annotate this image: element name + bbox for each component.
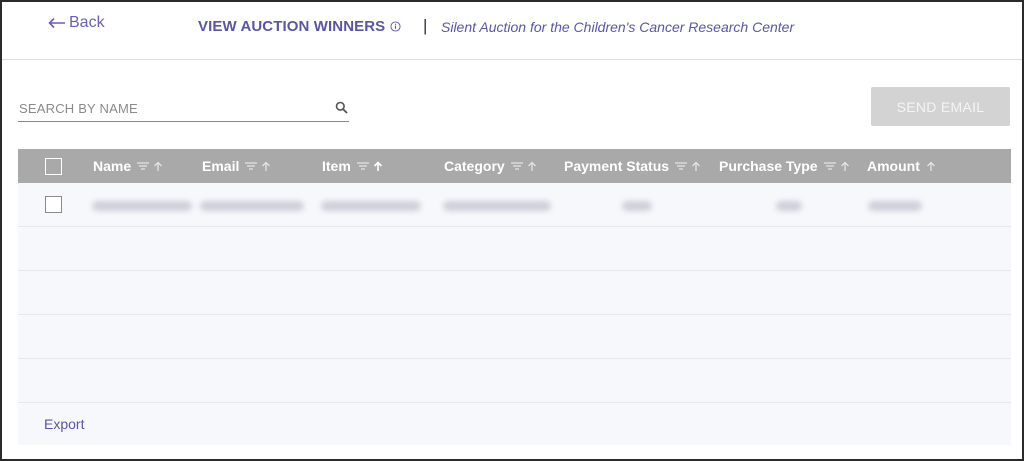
redacted-name <box>92 201 192 211</box>
column-header-category[interactable]: Category <box>444 149 537 183</box>
column-header-amount[interactable]: Amount <box>867 149 936 183</box>
winners-table: Name Email Item Category Payment Status … <box>18 149 1011 445</box>
redacted-purchase-type <box>776 201 802 211</box>
sort-arrow-up-icon[interactable] <box>527 161 537 172</box>
column-header-name[interactable]: Name <box>93 149 163 183</box>
search-field <box>18 96 349 122</box>
sort-arrow-up-icon[interactable] <box>840 161 850 172</box>
filter-icon[interactable] <box>137 161 150 171</box>
filter-icon[interactable] <box>510 161 523 171</box>
top-bar: Back VIEW AUCTION WINNERS | Silent Aucti… <box>2 2 1022 60</box>
back-label: Back <box>69 14 105 31</box>
table-row <box>18 359 1011 403</box>
column-label: Email <box>202 158 240 174</box>
sort-arrow-up-icon[interactable] <box>153 161 163 172</box>
table-row <box>18 315 1011 359</box>
title-separator: | <box>423 16 428 35</box>
app-frame: Back VIEW AUCTION WINNERS | Silent Aucti… <box>0 0 1024 461</box>
redacted-amount <box>868 201 922 211</box>
back-link[interactable]: Back <box>48 14 105 32</box>
column-header-payment-status[interactable]: Payment Status <box>564 149 701 183</box>
column-label: Item <box>322 158 351 174</box>
column-header-email[interactable]: Email <box>202 149 271 183</box>
auction-subtitle: Silent Auction for the Children's Cancer… <box>441 19 795 35</box>
column-label: Purchase Type <box>719 158 818 174</box>
table-header: Name Email Item Category Payment Status … <box>18 149 1011 183</box>
column-label: Amount <box>867 158 920 174</box>
page-title: VIEW AUCTION WINNERS <box>198 18 401 35</box>
row-checkbox[interactable] <box>45 196 62 213</box>
redacted-email <box>200 201 304 211</box>
send-email-button[interactable]: SEND EMAIL <box>871 87 1010 126</box>
column-label: Category <box>444 158 505 174</box>
sort-arrow-up-icon[interactable] <box>373 160 383 172</box>
export-link[interactable]: Export <box>44 416 84 432</box>
column-header-purchase-type[interactable]: Purchase Type <box>719 149 850 183</box>
table-footer: Export <box>18 403 1011 445</box>
filter-icon[interactable] <box>356 161 369 171</box>
sort-arrow-up-icon[interactable] <box>926 161 936 172</box>
redacted-item <box>321 201 421 211</box>
table-row <box>18 271 1011 315</box>
column-header-item[interactable]: Item <box>322 149 383 183</box>
column-label: Payment Status <box>564 158 670 174</box>
redacted-category <box>443 201 551 211</box>
table-row[interactable] <box>18 183 1011 227</box>
table-body <box>18 183 1011 403</box>
filter-icon[interactable] <box>675 161 688 171</box>
search-input[interactable] <box>18 96 318 120</box>
filter-icon[interactable] <box>823 161 836 171</box>
select-all-checkbox[interactable] <box>45 157 62 175</box>
sort-arrow-up-icon[interactable] <box>261 161 271 172</box>
column-label: Name <box>93 158 132 174</box>
select-all-cell <box>45 149 62 183</box>
page-title-text: VIEW AUCTION WINNERS <box>198 18 386 35</box>
filter-icon[interactable] <box>245 161 258 171</box>
sort-arrow-up-icon[interactable] <box>691 161 701 172</box>
redacted-payment-status <box>622 201 652 211</box>
info-icon[interactable] <box>390 21 401 32</box>
table-row <box>18 227 1011 271</box>
search-icon[interactable] <box>335 101 348 114</box>
arrow-left-icon <box>48 17 65 29</box>
